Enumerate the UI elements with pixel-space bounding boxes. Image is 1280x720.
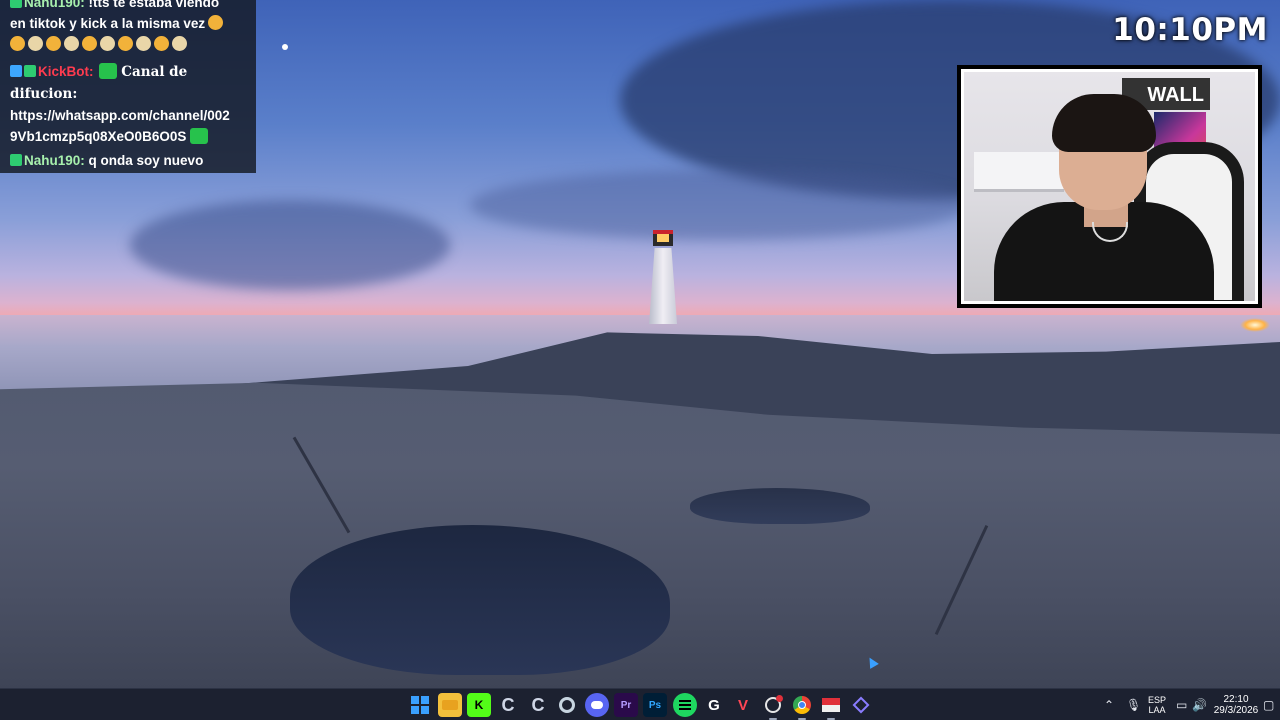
network-icon: ▭ <box>1176 698 1188 712</box>
chat-badge-icon <box>10 0 22 8</box>
whatsapp-icon <box>99 63 118 79</box>
moon <box>282 44 288 50</box>
chat-username: Nahu190: <box>24 0 85 10</box>
stream-clock: 10:10PM <box>1112 12 1268 48</box>
chat-link: 9Vb1cmzp5q08XeO0B6O0S <box>10 129 187 144</box>
tray-date: 29/3/2026 <box>1213 705 1259 716</box>
chat-badge-icon <box>10 154 22 166</box>
g-icon: G <box>708 696 720 714</box>
emoji-icon <box>118 36 133 51</box>
webcam-frame: WALL <box>957 65 1262 308</box>
webcam-feed: WALL <box>961 69 1258 304</box>
chrome-button[interactable] <box>790 693 814 720</box>
chevron-up-icon: ⌃ <box>1104 698 1115 712</box>
start-button[interactable] <box>408 693 432 717</box>
photoshop-button[interactable]: Ps <box>643 693 667 717</box>
c-icon: C <box>531 694 545 715</box>
obs-button[interactable] <box>761 693 785 720</box>
lighthouse <box>645 226 681 324</box>
person-hair <box>1052 94 1156 152</box>
kick-icon: K <box>474 698 484 712</box>
valorant-icon: V <box>737 696 748 714</box>
notification-dot-icon <box>776 695 783 702</box>
c-icon: C <box>501 694 515 715</box>
chrome-icon <box>793 696 811 714</box>
emoji-icon <box>100 36 115 51</box>
cloud <box>130 200 450 290</box>
folder-icon <box>442 700 458 710</box>
chat-text: difucion: <box>10 86 78 102</box>
app-button[interactable] <box>849 693 873 717</box>
volume-icon: 🔊 <box>1192 698 1207 712</box>
emoji-icon <box>10 36 25 51</box>
chat-username: KickBot: <box>38 64 94 79</box>
emoji-icon <box>28 36 43 51</box>
chat-link: https://whatsapp.com/channel/002 <box>10 108 230 123</box>
language-indicator[interactable]: ESP LAA <box>1146 689 1168 720</box>
bot-badge-icon <box>24 65 36 77</box>
notifications-button[interactable]: ▢ <box>1263 689 1274 720</box>
chat-text: q onda soy nuevo <box>88 153 204 168</box>
network-button[interactable]: ▭ <box>1176 689 1187 720</box>
steam-icon <box>559 697 575 713</box>
discord-button[interactable] <box>585 693 609 717</box>
chat-text: Canal de <box>121 64 188 80</box>
tray-time: 22:10 <box>1223 694 1249 705</box>
chat-message: Nahu190: q onda soy nuevo <box>10 150 246 171</box>
emoji-icon <box>136 36 151 51</box>
shelf <box>974 152 1064 192</box>
photoshop-icon: Ps <box>648 699 662 711</box>
discord-icon <box>591 701 603 709</box>
chat-message: KickBot: Canal de difucion: https://what… <box>10 61 246 147</box>
tide-pool <box>290 525 670 675</box>
diamond-icon <box>852 696 870 714</box>
tide-pool <box>690 488 870 524</box>
taskbar: K C C Pr Ps G V ⌃ 🎙 ESP LAA ▭ 🔊 22:10 29/3… <box>0 688 1280 720</box>
media-button[interactable] <box>819 693 843 720</box>
clock-button[interactable]: 22:10 29/3/2026 <box>1210 689 1262 720</box>
spotify-button[interactable] <box>673 693 697 717</box>
ccleaner-button[interactable]: C <box>496 693 520 717</box>
language-text: ESP LAA <box>1148 695 1166 715</box>
microphone-button[interactable]: 🎙 <box>1126 689 1141 720</box>
chat-message: Nahu190: !tts te estaba viendo en tiktok… <box>10 0 246 55</box>
chat-username: Nahu190: <box>24 153 85 168</box>
spotify-icon <box>679 704 691 706</box>
cloud <box>470 170 970 240</box>
language-code: ESP <box>1147 695 1166 705</box>
chat-overlay: Nahu190: !tts te estaba viendo en tiktok… <box>0 0 256 173</box>
g-hub-button[interactable]: G <box>702 693 726 717</box>
emoji-icon <box>64 36 79 51</box>
file-explorer-button[interactable] <box>438 693 462 717</box>
sword-badge-icon <box>10 65 22 77</box>
emoji-icon <box>154 36 169 51</box>
premiere-icon: Pr <box>620 699 632 711</box>
ccleaner-button-2[interactable]: C <box>526 693 550 717</box>
media-icon <box>822 698 840 712</box>
valorant-button[interactable]: V <box>731 693 755 717</box>
notification-bell-icon: ▢ <box>1263 698 1275 712</box>
chat-text: !tts te estaba viendo <box>88 0 220 10</box>
light-glow <box>1240 318 1270 332</box>
emoji-icon <box>82 36 97 51</box>
whatsapp-icon <box>190 128 209 144</box>
language-layout: LAA <box>1148 705 1166 715</box>
emoji-icon <box>172 36 187 51</box>
chat-text: en tiktok y kick a la misma vez <box>10 16 206 31</box>
emoji-row <box>10 36 190 52</box>
microphone-icon: 🎙 <box>1126 698 1142 712</box>
windows-logo-icon <box>411 696 429 714</box>
premiere-button[interactable]: Pr <box>614 693 638 717</box>
emoji-icon <box>208 15 224 30</box>
volume-button[interactable]: 🔊 <box>1192 689 1207 720</box>
tray-clock: 22:10 29/3/2026 <box>1214 694 1259 716</box>
steam-button[interactable] <box>555 693 579 717</box>
emoji-icon <box>46 36 61 51</box>
tray-overflow-button[interactable]: ⌃ <box>1104 689 1114 720</box>
kick-button[interactable]: K <box>467 693 491 717</box>
